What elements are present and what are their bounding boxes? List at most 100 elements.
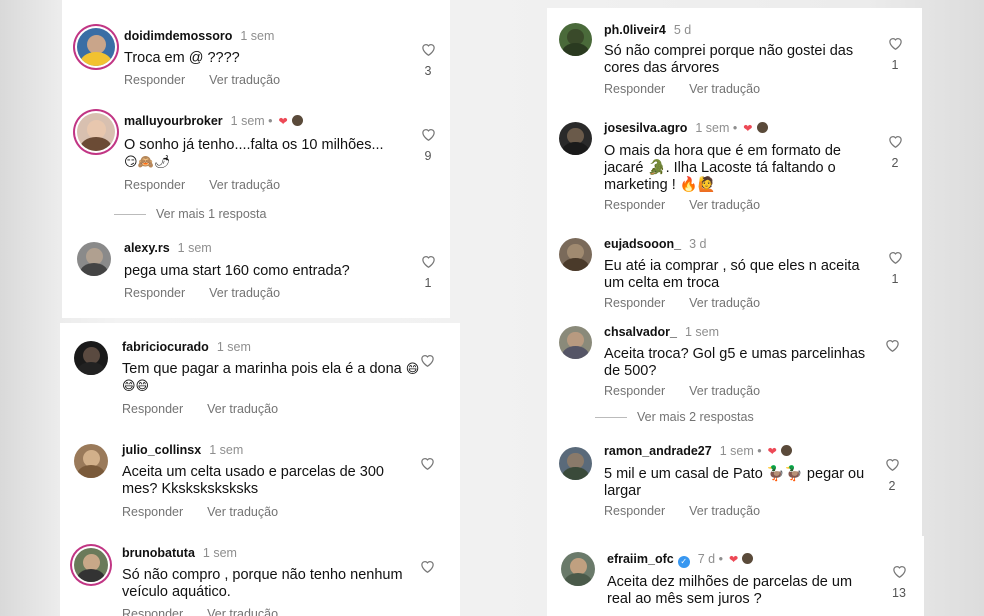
reply-button[interactable]: Responder: [604, 504, 665, 518]
heart-icon[interactable]: [885, 338, 900, 352]
heart-icon[interactable]: [888, 134, 903, 148]
comment-username[interactable]: fabriciocurado: [122, 340, 209, 354]
heart-icon[interactable]: [888, 250, 903, 264]
reply-button[interactable]: Responder: [604, 296, 665, 310]
reply-button[interactable]: Responder: [604, 198, 665, 212]
comment-text: Tem que pagar a marinha pois ela é a don…: [122, 361, 420, 394]
avatar[interactable]: [559, 23, 592, 56]
author-liked-heart-icon: ❤: [767, 446, 777, 458]
comment-time: 1 sem: [230, 114, 265, 128]
comment-item: brunobatuta 1 sem Só não compro , porque …: [60, 529, 460, 616]
author-avatar-icon: [291, 115, 303, 126]
avatar[interactable]: [559, 447, 592, 480]
comment-time: 5 d: [673, 23, 692, 37]
comment-username[interactable]: ramon_andrade27: [604, 444, 712, 458]
heart-icon[interactable]: [420, 456, 435, 470]
reply-button[interactable]: Responder: [122, 505, 183, 519]
reply-button[interactable]: Responder: [124, 178, 185, 192]
translate-button[interactable]: Ver tradução: [207, 402, 278, 416]
comment-item: doidimdemossoro 1 sem Troca em @ ???? Res…: [62, 0, 450, 100]
comment-item: malluyourbroker 1 sem • ❤ O sonho já tenho…: [62, 100, 450, 205]
comment-text: O mais da hora que é em formato de jacar…: [604, 143, 841, 193]
translate-button[interactable]: Ver tradução: [689, 198, 760, 212]
heart-icon[interactable]: [885, 457, 900, 471]
reply-button[interactable]: Responder: [124, 73, 185, 87]
comment-emojis: 😏🙈🌶: [124, 155, 171, 170]
like-count: 2: [891, 156, 899, 170]
comment-item: josesilva.agro 1 sem • ❤ O mais da hora qu…: [547, 110, 922, 222]
view-more-replies[interactable]: Ver mais 1 resposta: [114, 207, 266, 221]
like-count: 13: [892, 586, 906, 600]
comment-username[interactable]: eujadsooon_: [604, 237, 681, 251]
avatar[interactable]: [559, 122, 592, 155]
heart-icon[interactable]: [892, 564, 907, 578]
translate-button[interactable]: Ver tradução: [689, 296, 760, 310]
author-avatar-icon: [742, 553, 754, 564]
comment-text: 5 mil e um casal de Pato 🦆🦆 pegar ou lar…: [604, 466, 865, 499]
translate-button[interactable]: Ver tradução: [209, 73, 280, 87]
like-count: 3: [424, 64, 432, 78]
heart-icon[interactable]: [888, 36, 903, 50]
author-liked-heart-icon: ❤: [743, 123, 753, 135]
translate-button[interactable]: Ver tradução: [689, 504, 760, 518]
translate-button[interactable]: Ver tradução: [209, 286, 280, 300]
avatar[interactable]: [561, 552, 595, 586]
avatar[interactable]: [77, 242, 111, 276]
avatar[interactable]: [74, 341, 108, 375]
comment-username[interactable]: doidimdemossoro: [124, 29, 232, 43]
comment-item: eujadsooon_ 3 d Eu até ia comprar , só qu…: [547, 226, 922, 310]
heart-icon[interactable]: [421, 127, 436, 141]
translate-button[interactable]: Ver tradução: [689, 82, 760, 96]
comment-text: pega uma start 160 como entrada?: [124, 263, 350, 279]
like-count: 2: [888, 479, 896, 493]
translate-button[interactable]: Ver tradução: [207, 505, 278, 519]
comment-time: 1 sem: [216, 340, 251, 354]
comment-time: 1 sem: [240, 29, 275, 43]
comment-username[interactable]: julio_collinsx: [122, 443, 201, 457]
author-liked-heart-icon: ❤: [278, 116, 288, 128]
heart-icon[interactable]: [421, 254, 436, 268]
comment-username[interactable]: efraiim_ofc: [607, 552, 674, 566]
reply-button[interactable]: Responder: [604, 384, 665, 398]
comments-panel-right: ph.0liveir4 5 d Só não comprei porque não…: [547, 8, 922, 616]
reply-button[interactable]: Responder: [604, 82, 665, 96]
comment-time: 1 sem: [209, 443, 244, 457]
comment-item: efraiim_ofc ✓ 7 d • ❤ Aceita dez milhões de…: [549, 536, 924, 616]
verified-badge-icon: ✓: [677, 556, 690, 568]
avatar[interactable]: [559, 238, 592, 271]
author-avatar-icon: [780, 445, 792, 456]
heart-icon[interactable]: [420, 353, 435, 367]
heart-icon[interactable]: [421, 42, 436, 56]
comment-username[interactable]: alexy.rs: [124, 241, 170, 255]
comment-username[interactable]: ph.0liveir4: [604, 23, 666, 37]
author-liked-heart-icon: ❤: [728, 554, 739, 566]
like-count: 1: [891, 58, 899, 72]
comment-time: 1 sem: [684, 325, 720, 339]
comment-text: Aceita dez milhões de parcelas de um rea…: [607, 574, 853, 607]
comment-username[interactable]: malluyourbroker: [124, 114, 223, 128]
avatar[interactable]: [77, 28, 115, 66]
comment-username[interactable]: brunobatuta: [122, 546, 195, 560]
comment-text: Aceita um celta usado e parcelas de 300 …: [122, 464, 384, 497]
reply-button[interactable]: Responder: [122, 402, 183, 416]
comment-item: chsalvador_ 1 sem Aceita troca? Gol g5 e …: [547, 314, 922, 404]
like-count: 1: [891, 272, 899, 286]
view-more-replies[interactable]: Ver mais 2 respostas: [595, 410, 754, 424]
comments-panel-left-bottom: fabriciocurado 1 sem Tem que pagar a mari…: [60, 323, 460, 616]
comment-text: O sonho já tenho....falta os 10 milhões.…: [124, 137, 384, 170]
translate-button[interactable]: Ver tradução: [689, 384, 760, 398]
translate-button[interactable]: Ver tradução: [209, 178, 280, 192]
avatar[interactable]: [559, 326, 592, 359]
comment-username[interactable]: josesilva.agro: [604, 121, 687, 135]
reply-button[interactable]: Responder: [122, 607, 183, 616]
avatar[interactable]: [74, 548, 108, 582]
comment-username[interactable]: chsalvador_: [604, 325, 677, 339]
comment-time: 1 sem: [695, 121, 730, 135]
avatar[interactable]: [77, 113, 115, 151]
comment-item: ph.0liveir4 5 d Só não comprei porque não…: [547, 8, 922, 108]
heart-icon[interactable]: [420, 559, 435, 573]
comment-text: Só não comprei porque não gostei das cor…: [604, 43, 854, 76]
reply-button[interactable]: Responder: [124, 286, 185, 300]
translate-button[interactable]: Ver tradução: [207, 607, 278, 616]
avatar[interactable]: [74, 444, 108, 478]
